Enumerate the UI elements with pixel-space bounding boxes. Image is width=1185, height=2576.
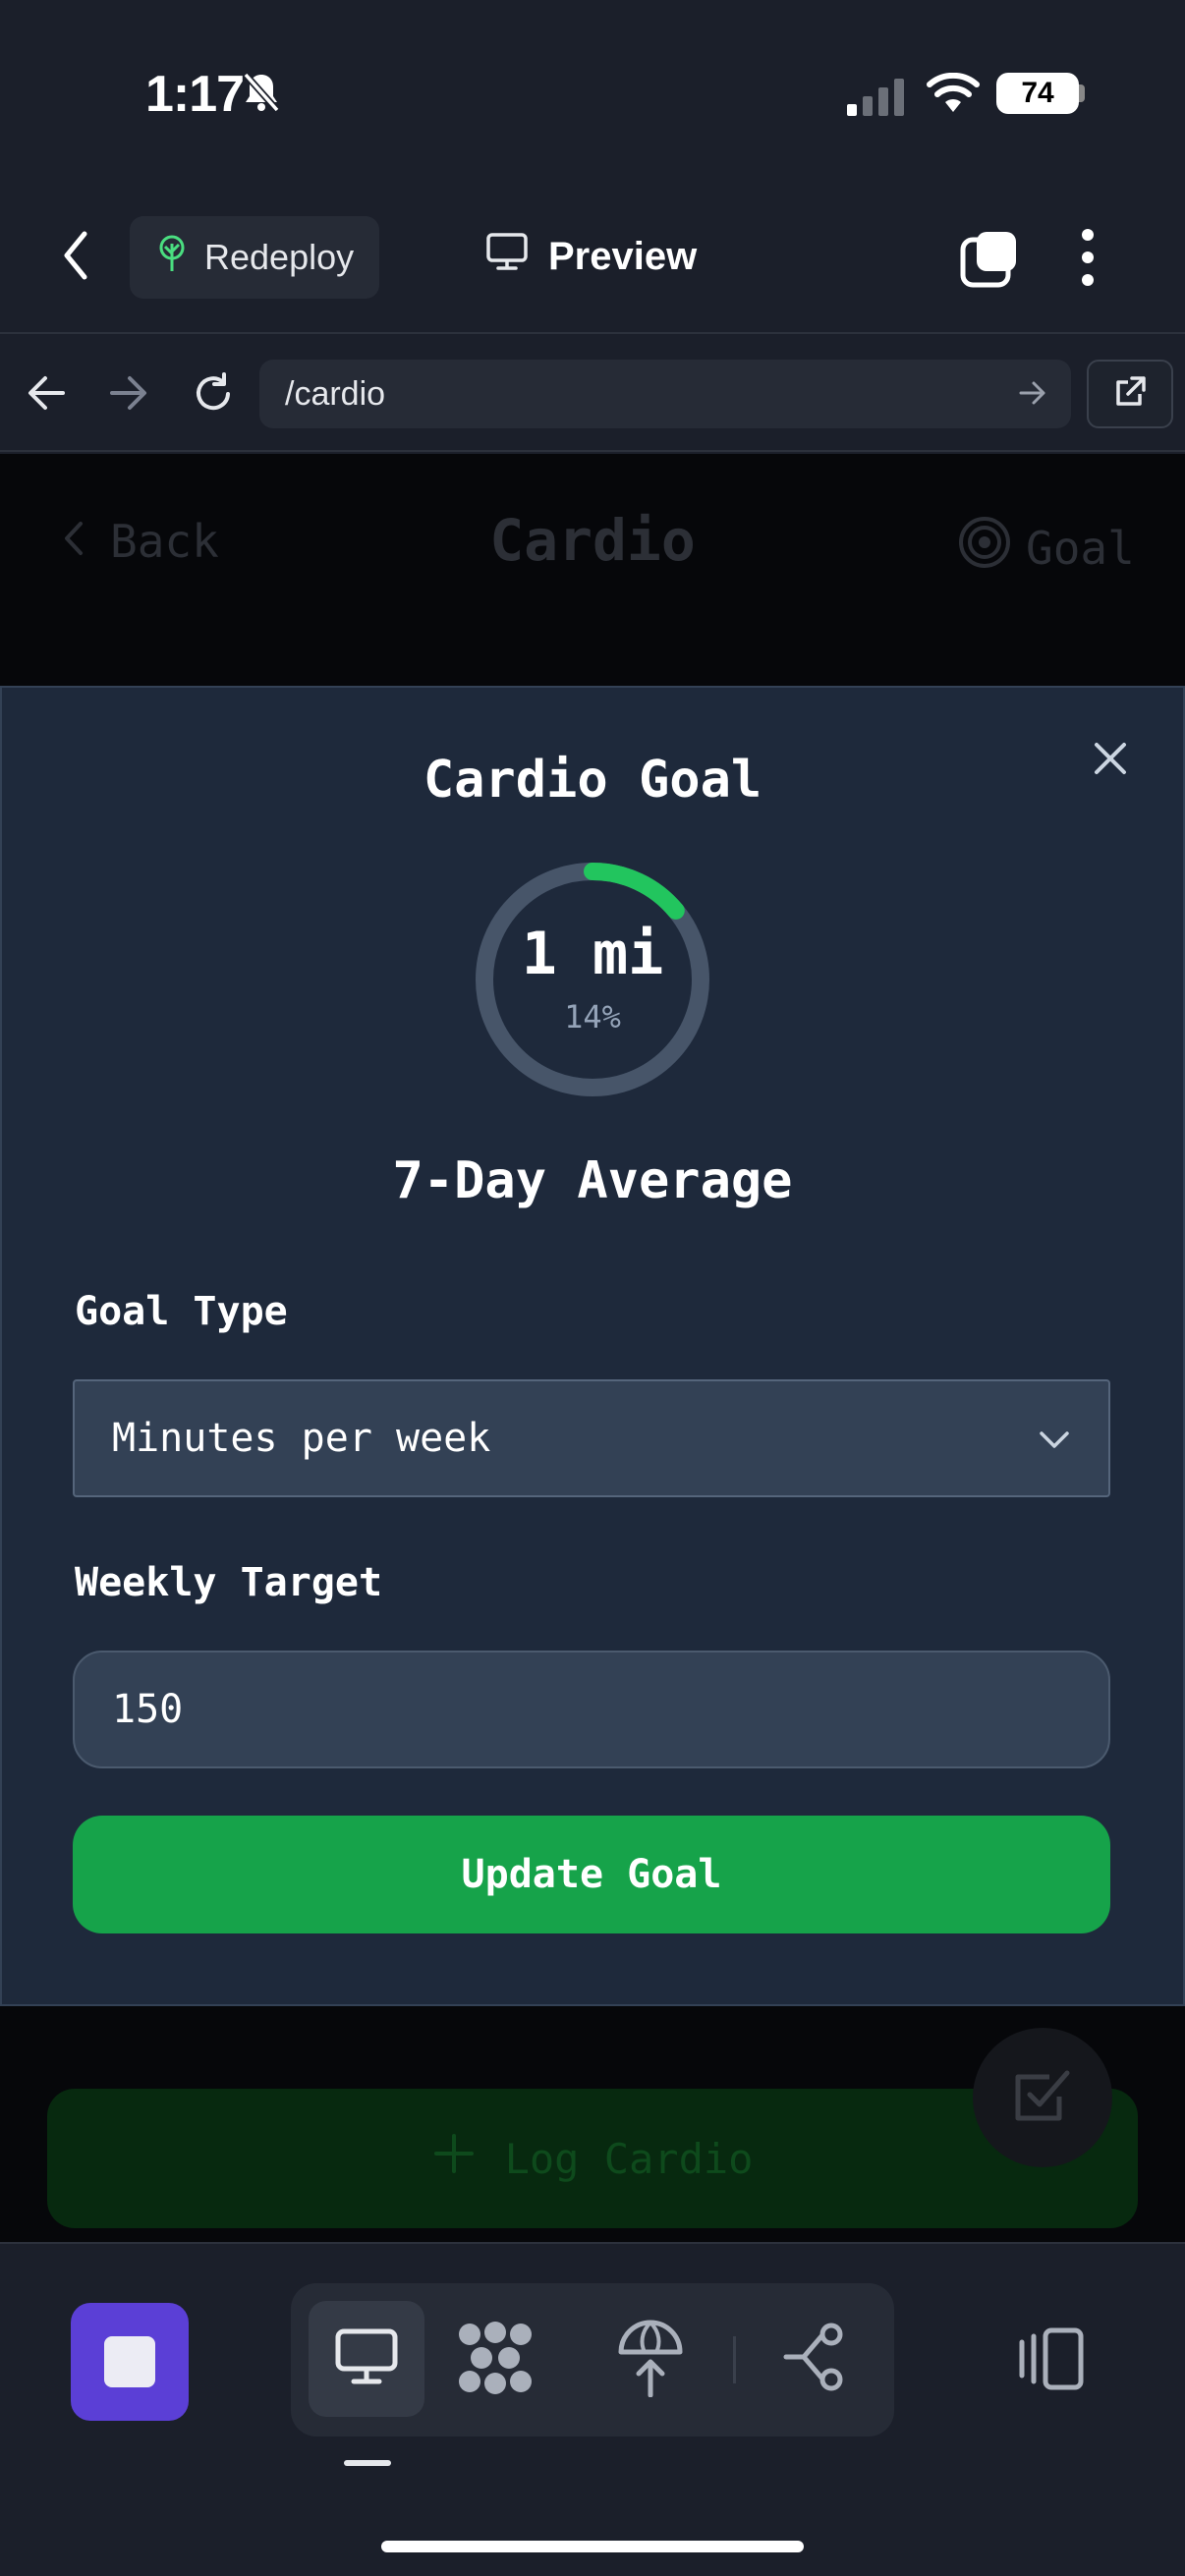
- status-time: 1:17: [145, 66, 245, 123]
- log-cardio-label: Log Cardio: [504, 2134, 754, 2183]
- home-indicator: [381, 2541, 804, 2552]
- progress-percent: 14%: [564, 998, 621, 1036]
- weekly-target-label: Weekly Target: [75, 1560, 383, 1605]
- redeploy-button[interactable]: Redeploy: [130, 216, 379, 299]
- nodes-icon[interactable]: [456, 2321, 535, 2400]
- deploy-icon[interactable]: [615, 2319, 686, 2402]
- desktop-preview-button[interactable]: [309, 2301, 424, 2417]
- goal-type-select[interactable]: Minutes per week: [73, 1379, 1110, 1497]
- active-tab-indicator: [344, 2460, 391, 2466]
- tabs-icon[interactable]: [959, 228, 1020, 294]
- preview-label: Preview: [548, 234, 698, 278]
- preview-tab[interactable]: Preview: [485, 232, 697, 281]
- wifi-icon: [926, 72, 981, 119]
- checkbox-icon: [1010, 2063, 1075, 2133]
- url-input[interactable]: /cardio: [259, 360, 1071, 428]
- monitor-icon: [334, 2327, 399, 2391]
- signal-icon: [847, 79, 906, 121]
- reload-icon[interactable]: [191, 371, 236, 421]
- open-external-button[interactable]: [1087, 360, 1173, 428]
- update-goal-button[interactable]: Update Goal: [73, 1816, 1110, 1933]
- graph-icon[interactable]: [782, 2323, 851, 2396]
- panel-icon[interactable]: [1016, 2324, 1085, 2398]
- weekly-target-value: 150: [112, 1687, 184, 1732]
- arrow-right-icon[interactable]: [108, 373, 149, 418]
- monitor-icon: [485, 232, 529, 281]
- page-goal-label: Goal: [1026, 521, 1135, 575]
- chevron-left-icon[interactable]: [61, 230, 90, 286]
- average-label: 7-Day Average: [392, 1151, 793, 1210]
- toolbar-divider: [733, 2336, 736, 2383]
- chevron-down-icon: [1038, 1416, 1071, 1461]
- redeploy-label: Redeploy: [204, 237, 355, 277]
- page-goal-button[interactable]: Goal: [957, 515, 1135, 581]
- floating-action-button[interactable]: [973, 2028, 1112, 2167]
- stop-button[interactable]: [71, 2303, 189, 2421]
- goal-type-label: Goal Type: [75, 1289, 288, 1334]
- target-icon: [957, 515, 1012, 581]
- stop-icon: [104, 2336, 155, 2387]
- more-vertical-icon[interactable]: [1081, 228, 1095, 292]
- modal-title: Cardio Goal: [423, 751, 762, 810]
- goal-type-value: Minutes per week: [112, 1416, 491, 1461]
- weekly-target-input[interactable]: 150: [73, 1651, 1110, 1768]
- battery-tip: [1079, 84, 1085, 102]
- battery-indicator: 74: [996, 73, 1079, 114]
- progress-value: 1 mi: [521, 920, 664, 988]
- bell-slash-icon: [242, 71, 281, 119]
- plus-icon: [432, 2132, 476, 2185]
- external-link-icon: [1112, 374, 1148, 415]
- arrow-right-icon[interactable]: [1018, 379, 1047, 412]
- arrow-left-icon[interactable]: [26, 373, 67, 418]
- tree-icon: [155, 234, 189, 282]
